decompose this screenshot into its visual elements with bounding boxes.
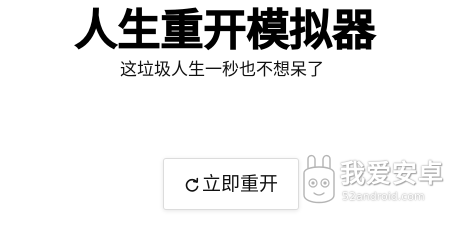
restart-button-label: 立即重开: [201, 173, 278, 195]
app-subtitle: 这垃圾人生一秒也不想呆了: [120, 60, 324, 80]
watermark-url: 52android.com: [342, 190, 425, 203]
android-logo-icon: [303, 154, 335, 204]
restart-button[interactable]: 立即重开: [163, 158, 299, 210]
watermark-name: 我爱安卓: [340, 159, 445, 188]
app-title: 人生重开模拟器: [74, 6, 376, 57]
watermark: 我爱安卓 52android.com: [296, 153, 450, 213]
restart-icon: [184, 177, 200, 193]
